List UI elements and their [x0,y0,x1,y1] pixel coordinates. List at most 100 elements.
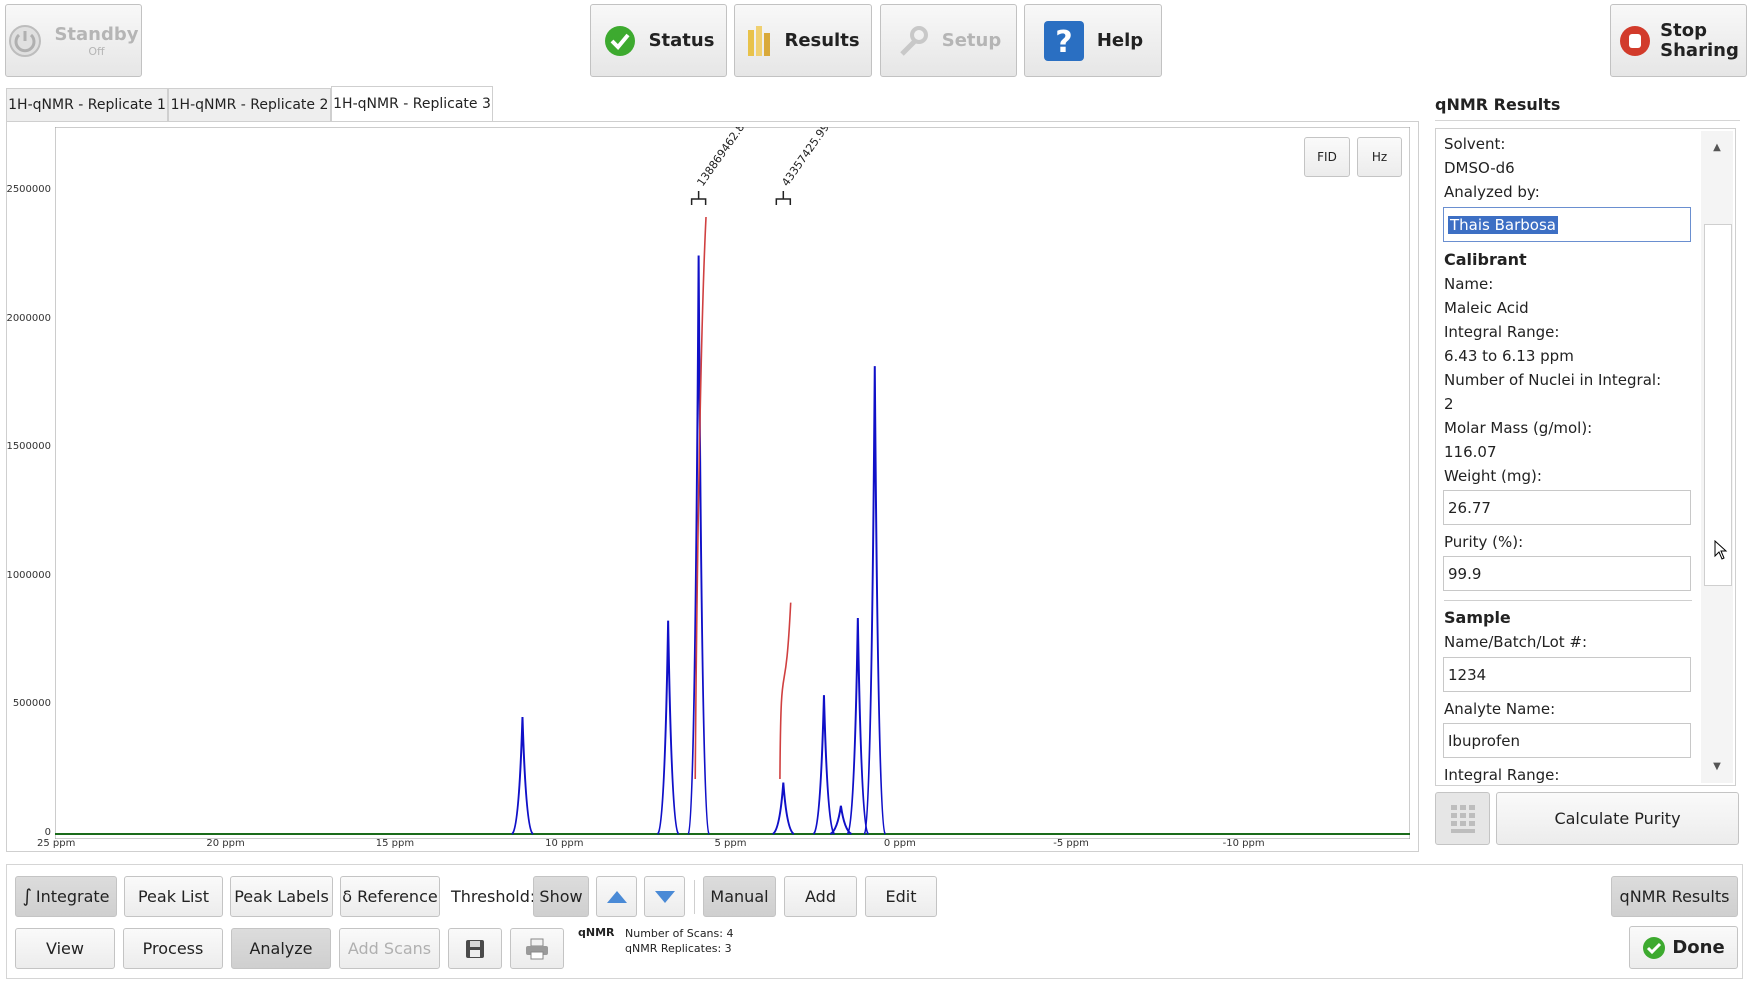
print-button[interactable] [510,928,564,969]
weight-value: 26.77 [1448,498,1491,517]
sample-integral-range-label: Integral Range: [1444,766,1560,784]
weight-label: Weight (mg): [1444,467,1542,485]
process-button[interactable]: Process [123,928,223,969]
molar-mass-label: Molar Mass (g/mol): [1444,419,1593,437]
scroll-down-arrow[interactable]: ▼ [1705,752,1729,782]
threshold-up-button[interactable] [596,876,637,917]
spectrum-plot[interactable]: 138869462.8 43357425.99 [55,127,1410,839]
replicates-value: 3 [724,942,732,955]
purity-value: 99.9 [1448,564,1482,583]
sharing-label: Sharing [1660,39,1739,61]
tab-replicate-1[interactable]: 1H-qNMR - Replicate 1 [6,88,168,121]
solvent-label: Solvent: [1444,135,1506,153]
threshold-down-button[interactable] [644,876,685,917]
calibrant-heading: Calibrant [1444,250,1527,269]
nuclei-label: Number of Nuclei in Integral: [1444,371,1662,389]
reference-button[interactable]: δ Reference [340,876,440,917]
y-axis-tick-label: 500000 [12,698,51,710]
analyte-field[interactable]: Ibuprofen [1443,723,1691,758]
tab-replicate-3[interactable]: 1H-qNMR - Replicate 3 [331,86,493,121]
x-axis-tick-label: -10 ppm [1222,838,1265,849]
x-axis-tick-label: 25 ppm [37,838,76,849]
sample-heading: Sample [1444,608,1511,627]
stop-label: Stop [1660,19,1707,41]
stop-sharing-button[interactable]: Stop Sharing [1610,4,1747,77]
analyzed-by-field[interactable]: Thais Barbosa [1443,207,1691,242]
y-axis-tick-label: 2500000 [6,184,51,196]
triangle-up-icon [606,890,627,903]
tab-replicate-2[interactable]: 1H-qNMR - Replicate 2 [168,88,331,121]
help-button[interactable]: ? Help [1024,4,1162,77]
results-button[interactable]: Results [734,4,872,77]
results-label: Results [784,30,860,51]
section-divider [1444,600,1692,601]
edit-button[interactable]: Edit [865,876,937,917]
standby-label: Standby [54,23,139,45]
analyte-value: Ibuprofen [1448,731,1521,750]
add-scans-button[interactable]: Add Scans [339,928,440,969]
integral-range-value: 6.43 to 6.13 ppm [1444,347,1574,365]
hz-button[interactable]: Hz [1357,137,1402,177]
analyzed-by-label: Analyzed by: [1444,183,1540,201]
fid-button[interactable]: FID [1304,137,1350,177]
analyte-label: Analyte Name: [1444,700,1556,718]
keypad-icon [1450,804,1475,833]
svg-text:?: ? [1055,25,1072,60]
wrench-icon [899,25,928,56]
power-icon [9,24,42,57]
save-icon [466,939,484,958]
scans-value: 4 [726,927,734,940]
manual-button[interactable]: Manual [703,876,776,917]
check-icon [1643,936,1666,959]
printer-icon [526,938,548,959]
qnmr-results-button[interactable]: qNMR Results [1611,876,1738,917]
results-icon [748,25,771,56]
view-button[interactable]: View [15,928,115,969]
triangle-down-icon [654,890,675,903]
mouse-cursor-icon [1714,540,1728,560]
integrate-label: Integrate [35,887,110,906]
threshold-label: Threshold: [451,887,536,906]
y-axis-tick-label: 2000000 [6,312,51,324]
peak-list-button[interactable]: Peak List [124,876,223,917]
x-axis-tick-label: 20 ppm [206,838,245,849]
add-button[interactable]: Add [784,876,857,917]
scans-info: Number of Scans: 4 qNMR Replicates: 3 [625,926,733,956]
batch-label: Name/Batch/Lot #: [1444,633,1588,651]
x-axis-tick-label: 15 ppm [375,838,415,849]
standby-button[interactable]: Standby Off [5,4,142,77]
toolbar-separator [694,880,695,914]
nuclei-value: 2 [1444,395,1454,413]
purity-field[interactable]: 99.9 [1443,556,1691,591]
peak-labels-button[interactable]: Peak Labels [230,876,333,917]
stop-hand-icon [1620,25,1651,56]
scroll-up-arrow[interactable]: ▲ [1705,133,1729,163]
help-icon: ? [1043,20,1084,61]
weight-field[interactable]: 26.77 [1443,490,1691,525]
save-button[interactable] [448,928,502,969]
analyze-button[interactable]: Analyze [231,928,331,969]
integral-range-label: Integral Range: [1444,323,1560,341]
scans-label: Number of Scans: [625,927,723,940]
scroll-thumb[interactable] [1704,224,1732,586]
qnmr-info-title: qNMR [578,926,615,939]
replicates-label: qNMR Replicates: [625,942,722,955]
done-label: Done [1672,937,1725,958]
keypad-button[interactable] [1435,792,1490,845]
panel-title-divider [1435,120,1740,121]
integrate-button[interactable]: ∫ Integrate [15,876,117,917]
show-threshold-button[interactable]: Show [533,876,589,917]
setup-button[interactable]: Setup [880,4,1017,77]
solvent-value: DMSO-d6 [1444,159,1515,177]
done-button[interactable]: Done [1629,926,1738,969]
calculate-purity-button[interactable]: Calculate Purity [1496,792,1739,845]
x-axis-tick-label: 5 ppm [714,838,747,849]
standby-sublabel: Off [88,44,105,58]
x-axis-tick-label: 10 ppm [545,838,584,849]
y-axis-tick-label: 1500000 [6,441,51,453]
batch-field[interactable]: 1234 [1443,657,1691,692]
calibrant-name-label: Name: [1444,275,1494,293]
batch-value: 1234 [1448,665,1487,684]
status-button[interactable]: Status [590,4,727,77]
check-icon [604,25,635,56]
